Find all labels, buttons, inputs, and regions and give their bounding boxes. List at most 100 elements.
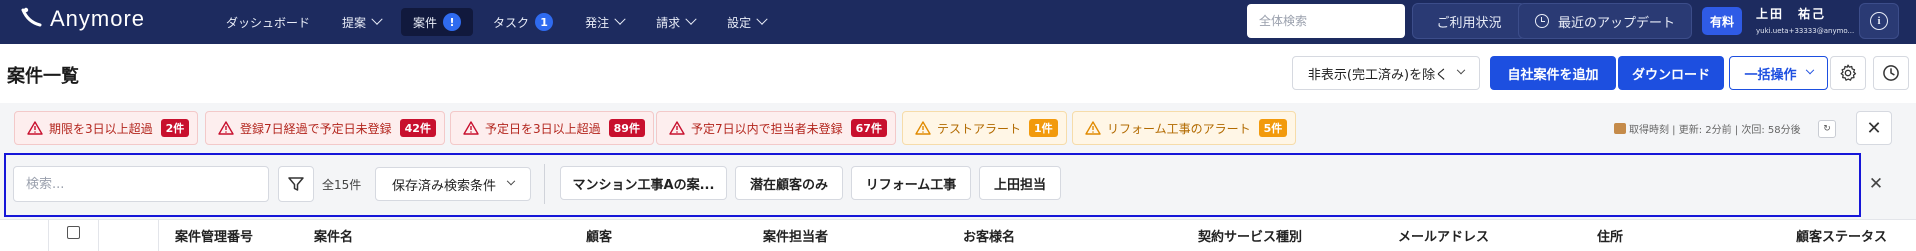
usage-status-button[interactable]: ご利用状況	[1412, 3, 1526, 39]
alert-count-badge: 89件	[608, 119, 645, 137]
filter-button[interactable]	[278, 166, 314, 202]
column-header-client-name[interactable]: お客様名	[963, 226, 1015, 245]
nav-item-proposals[interactable]: 提案	[330, 8, 393, 36]
chevron-down-icon	[756, 13, 768, 25]
fetch-info: 取得時刻 | 更新: 2分前 | 次回: 58分後	[1614, 121, 1801, 136]
column-divider	[48, 219, 49, 251]
nav-item-billing[interactable]: 請求	[644, 8, 707, 36]
saved-filter-chip[interactable]: リフォーム工事	[851, 166, 971, 200]
usage-status-label: ご利用状況	[1436, 15, 1502, 31]
add-own-project-button[interactable]: 自社案件を追加	[1490, 56, 1616, 90]
chevron-down-icon	[1456, 65, 1466, 75]
clock-icon	[1534, 14, 1549, 28]
download-button[interactable]: ダウンロード	[1618, 56, 1724, 90]
alert-chip-reform[interactable]: リフォーム工事のアラート 5件	[1072, 111, 1297, 145]
alert-text: テストアラート	[937, 121, 1022, 136]
info-button[interactable]: i	[1859, 3, 1899, 39]
table-header	[0, 219, 1916, 251]
alert-count-badge: 1件	[1029, 119, 1058, 137]
recent-updates-label: 最近のアップデート	[1557, 15, 1675, 31]
history-icon	[1883, 65, 1899, 81]
fetch-info-text: 取得時刻 | 更新: 2分前 | 次回: 58分後	[1629, 125, 1801, 136]
column-header-project-name[interactable]: 案件名	[314, 226, 353, 245]
alert-count-badge: 2件	[160, 119, 190, 137]
settings-button[interactable]	[1830, 56, 1866, 90]
hide-completed-select[interactable]: 非表示(完工済み)を除く	[1292, 56, 1480, 90]
chip-label: リフォーム工事	[865, 177, 957, 193]
warning-triangle-icon	[27, 121, 43, 135]
alert-bar-close-button[interactable]: ✕	[1856, 111, 1892, 145]
alert-count-badge: 42件	[399, 119, 436, 137]
app-logo-text: Anymore	[50, 6, 146, 31]
alert-count-badge: 67件	[850, 119, 887, 137]
chevron-down-icon	[506, 176, 516, 186]
history-button[interactable]	[1873, 56, 1909, 90]
warning-triangle-icon	[463, 121, 479, 135]
nav-item-label: 設定	[727, 15, 752, 30]
nav-item-label: 提案	[342, 15, 367, 30]
saved-search-label: 保存済み検索条件	[391, 178, 496, 194]
nav-item-dashboard[interactable]: ダッシュボード	[214, 8, 322, 36]
alert-text: 予定日を3日以上超過	[485, 121, 601, 136]
box-icon	[1614, 123, 1626, 134]
nav-badge: !	[443, 13, 462, 31]
column-divider	[158, 219, 159, 251]
download-label: ダウンロード	[1631, 67, 1710, 83]
alert-chip-test[interactable]: テストアラート 1件	[902, 111, 1067, 145]
warning-triangle-icon	[669, 121, 685, 135]
app-logo[interactable]: Anymore	[20, 6, 145, 32]
recent-updates-button[interactable]: 最近のアップデート	[1518, 3, 1692, 39]
column-header-email[interactable]: メールアドレス	[1398, 226, 1489, 245]
filter-icon	[288, 177, 304, 191]
anymore-logo-icon	[21, 7, 42, 27]
filter-close-button[interactable]: ✕	[1866, 174, 1886, 194]
plan-badge: 有料	[1702, 7, 1742, 35]
nav-item-label: ダッシュボード	[226, 15, 311, 30]
warning-triangle-icon	[915, 121, 931, 135]
chip-label: 上田担当	[993, 177, 1046, 193]
filter-divider	[544, 164, 545, 204]
hide-completed-label: 非表示(完工済み)を除く	[1307, 67, 1449, 83]
select-all-checkbox[interactable]	[67, 226, 80, 239]
nav-item-label: 請求	[656, 15, 681, 30]
info-icon: i	[1870, 12, 1888, 30]
nav-item-label: 発注	[585, 15, 610, 30]
refresh-icon: ↻	[1823, 124, 1831, 134]
nav-item-orders[interactable]: 発注	[573, 8, 636, 36]
global-search-input[interactable]	[1247, 4, 1405, 38]
nav-item-tasks[interactable]: タスク 1	[481, 8, 565, 36]
project-search-input[interactable]	[13, 166, 269, 202]
column-header-project-id[interactable]: 案件管理番号	[175, 226, 253, 245]
add-own-project-label: 自社案件を追加	[1507, 67, 1599, 83]
warning-triangle-icon	[218, 121, 234, 135]
user-name: 上田 祐己	[1756, 7, 1827, 21]
refresh-button[interactable]: ↻	[1818, 120, 1836, 138]
column-divider	[98, 219, 99, 251]
column-header-service-type[interactable]: 契約サービス種別	[1198, 226, 1302, 245]
column-header-address[interactable]: 住所	[1597, 226, 1623, 245]
alert-text: 登録7日経過で予定日未登録	[240, 121, 392, 136]
nav-item-settings[interactable]: 設定	[715, 8, 778, 36]
saved-filter-chip[interactable]: マンション工事Aの案...	[560, 166, 727, 200]
close-icon: ✕	[1868, 174, 1884, 194]
gear-icon	[1840, 64, 1857, 81]
alert-chip-overdue[interactable]: 期限を3日以上超過 2件	[14, 111, 199, 145]
saved-filter-chip[interactable]: 潜在顧客のみ	[735, 166, 843, 200]
nav-item-projects[interactable]: 案件 !	[401, 8, 474, 36]
column-header-customer[interactable]: 顧客	[586, 226, 612, 245]
column-header-customer-status[interactable]: 顧客ステータス	[1796, 226, 1887, 245]
close-icon: ✕	[1866, 117, 1882, 139]
user-email: yuki.ueta+33333@anymo...	[1756, 27, 1855, 35]
saved-filter-chip[interactable]: 上田担当	[979, 166, 1061, 200]
alert-chip-no-schedule[interactable]: 登録7日経過で予定日未登録 42件	[205, 111, 445, 145]
saved-search-select[interactable]: 保存済み検索条件	[375, 167, 531, 201]
column-header-assignee[interactable]: 案件担当者	[763, 226, 828, 245]
total-count: 全15件	[322, 178, 362, 192]
alert-chip-schedule-overdue[interactable]: 予定日を3日以上超過 89件	[450, 111, 654, 145]
alert-text: 予定7日以内で担当者未登録	[691, 121, 843, 136]
alert-text: 期限を3日以上超過	[49, 121, 153, 136]
top-navigation-bar: Anymore ダッシュボード 提案 案件 ! タスク 1 発注 請求 設定 全…	[0, 0, 1916, 44]
user-menu[interactable]: 上田 祐己 yuki.ueta+33333@anymo...	[1756, 5, 1854, 35]
alert-chip-no-assignee[interactable]: 予定7日以内で担当者未登録 67件	[656, 111, 896, 145]
bulk-actions-button[interactable]: 一括操作	[1729, 56, 1828, 90]
